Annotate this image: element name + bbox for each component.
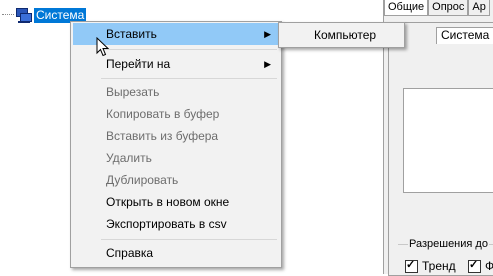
menu-item-export-csv[interactable]: Экспортировать в csv <box>73 213 279 235</box>
insert-submenu: Компьютер <box>278 22 405 48</box>
checkbox-checked-icon <box>468 258 481 273</box>
menu-item-label: Вставить <box>106 27 157 41</box>
menu-item-paste[interactable]: Вставить из буфера <box>73 125 279 147</box>
checkbox-checked-icon <box>405 258 418 273</box>
menu-item-delete[interactable]: Удалить <box>73 147 279 169</box>
tab-archive[interactable]: Ар <box>468 0 490 16</box>
menu-item-duplicate[interactable]: Дублировать <box>73 169 279 191</box>
submenu-item-computer[interactable]: Компьютер <box>281 24 402 46</box>
menu-item-label: Перейти на <box>106 57 171 71</box>
second-checkbox-label: Ф <box>485 259 493 273</box>
menu-item-help[interactable]: Справка <box>73 242 279 264</box>
trend-checkbox-label: Тренд <box>422 259 456 273</box>
menu-separator <box>101 78 277 79</box>
properties-list-area[interactable] <box>403 88 493 193</box>
permissions-group-label: Разрешения до <box>408 238 489 250</box>
trend-checkbox[interactable]: Тренд <box>405 258 456 273</box>
context-menu: Вставить ▶ Перейти на ▶ Вырезать Копиров… <box>70 21 282 268</box>
properties-tabs: Общие Опрос Ар <box>384 0 490 16</box>
menu-separator <box>101 239 277 240</box>
mouse-cursor-icon <box>96 37 110 57</box>
menu-item-open-new-window[interactable]: Открыть в новом окне <box>73 191 279 213</box>
menu-separator <box>101 49 277 50</box>
computer-network-icon <box>15 7 32 23</box>
tab-system[interactable]: Система <box>436 27 493 44</box>
menu-item-cut[interactable]: Вырезать <box>73 81 279 103</box>
tree-connector-line <box>2 14 14 15</box>
tab-polling[interactable]: Опрос <box>428 0 469 16</box>
tab-general[interactable]: Общие <box>384 0 429 16</box>
submenu-arrow-icon: ▶ <box>264 29 271 39</box>
second-checkbox[interactable]: Ф <box>468 258 493 273</box>
submenu-arrow-icon: ▶ <box>264 59 271 69</box>
menu-item-copy[interactable]: Копировать в буфер <box>73 103 279 125</box>
